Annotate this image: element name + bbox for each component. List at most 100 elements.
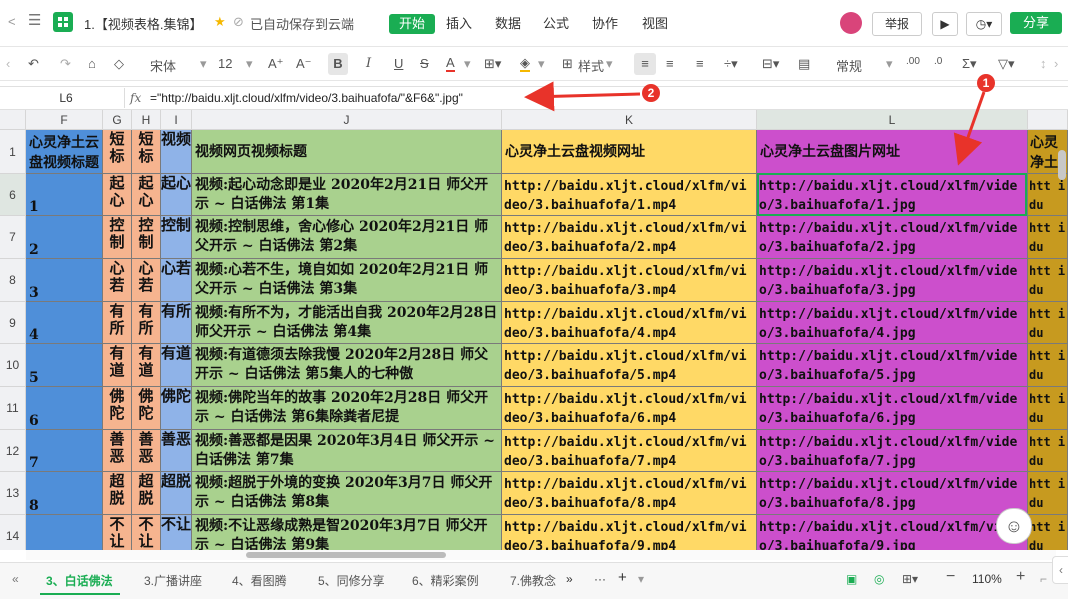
cell-g[interactable]: 超脱: [103, 472, 132, 515]
cell-j[interactable]: 视频:心若不生，境自如如 2020年2月21日 师父开示 ~ 白话佛法 第3集: [192, 259, 502, 302]
cell-j[interactable]: 视频:不让恶缘成熟是智2020年3月7日 师父开示 ~ 白话佛法 第9集: [192, 515, 502, 550]
share-button[interactable]: 分享: [1010, 12, 1062, 34]
cell-f[interactable]: 3: [26, 259, 103, 302]
header-cell-g[interactable]: 短标: [103, 130, 132, 174]
header-cell-j[interactable]: 视频网页视频标题: [192, 130, 502, 174]
cell-f[interactable]: 2: [26, 216, 103, 259]
column-header-m[interactable]: [1028, 110, 1068, 130]
cell-g[interactable]: 有所: [103, 302, 132, 344]
zoom-out-icon[interactable]: −: [946, 568, 955, 586]
cell-i[interactable]: 起心: [161, 174, 192, 216]
sheet-tab-1[interactable]: 3、白话佛法: [46, 572, 113, 589]
border-icon[interactable]: ⊞▾: [484, 56, 501, 72]
bold-icon[interactable]: B: [328, 53, 348, 75]
cell-k[interactable]: http://baidu.xljt.cloud/xlfm/video/3.bai…: [502, 472, 757, 515]
cell-h[interactable]: 心若: [132, 259, 161, 302]
cell-m[interactable]: htt idu: [1028, 302, 1068, 344]
column-header-i[interactable]: I: [161, 110, 192, 130]
cell-k[interactable]: http://baidu.xljt.cloud/xlfm/video/3.bai…: [502, 515, 757, 550]
fill-color-icon[interactable]: ◈: [520, 56, 530, 72]
vertical-align-icon[interactable]: ÷▾: [724, 56, 738, 72]
increase-decimal-icon[interactable]: .00: [906, 56, 920, 67]
menu-start[interactable]: 开始: [389, 14, 436, 34]
header-cell-h[interactable]: 短标: [132, 130, 161, 174]
redo-icon[interactable]: ↷: [60, 56, 71, 72]
cell-i[interactable]: 有所: [161, 302, 192, 344]
cell-g[interactable]: 善恶: [103, 430, 132, 472]
menu-view[interactable]: 视图: [636, 14, 674, 34]
protect-icon[interactable]: ▣: [846, 572, 857, 586]
menu-formula[interactable]: 公式: [537, 14, 575, 34]
cell-g[interactable]: 控制: [103, 216, 132, 259]
sheet-tab-2[interactable]: 3.广播讲座: [144, 572, 202, 589]
scroll-left-icon[interactable]: ‹: [6, 56, 10, 71]
eye-care-icon[interactable]: ◎: [874, 572, 884, 586]
cell-i[interactable]: 控制: [161, 216, 192, 259]
fullscreen-icon[interactable]: ⌐: [1040, 572, 1047, 586]
cell-k[interactable]: http://baidu.xljt.cloud/xlfm/video/3.bai…: [502, 216, 757, 259]
font-color-chevron-icon[interactable]: ▾: [464, 56, 471, 72]
decrease-font-icon[interactable]: A⁻: [296, 56, 312, 72]
header-cell-k[interactable]: 心灵净土云盘视频网址: [502, 130, 757, 174]
column-header-f[interactable]: F: [26, 110, 103, 130]
merge-cells-icon[interactable]: ⊟▾: [762, 56, 779, 72]
cell-i[interactable]: 佛陀: [161, 387, 192, 430]
cell-f[interactable]: 6: [26, 387, 103, 430]
cell-i[interactable]: 超脱: [161, 472, 192, 515]
cell-g[interactable]: 有道: [103, 344, 132, 387]
cell-f[interactable]: 5: [26, 344, 103, 387]
row-header[interactable]: 13: [0, 472, 26, 515]
column-header-k[interactable]: K: [502, 110, 757, 130]
cell-m[interactable]: htt idu: [1028, 430, 1068, 472]
cell-k[interactable]: http://baidu.xljt.cloud/xlfm/video/3.bai…: [502, 430, 757, 472]
cell-f[interactable]: 7: [26, 430, 103, 472]
cell-m[interactable]: htt idu: [1028, 472, 1068, 515]
cell-k[interactable]: http://baidu.xljt.cloud/xlfm/video/3.bai…: [502, 387, 757, 430]
scroll-right-icon[interactable]: ›: [1054, 56, 1058, 71]
cell-reference-box[interactable]: L6: [8, 88, 125, 108]
row-header[interactable]: 7: [0, 216, 26, 259]
row-header[interactable]: 8: [0, 259, 26, 302]
sheet-menu-chevron-icon[interactable]: ▾: [638, 572, 644, 586]
view-mode-icon[interactable]: ⊞▾: [902, 572, 918, 586]
cell-i[interactable]: 不让: [161, 515, 192, 550]
cell-j[interactable]: 视频:有道德须去除我慢 2020年2月28日 师父开示 ~ 白话佛法 第5集人的…: [192, 344, 502, 387]
menu-collab[interactable]: 协作: [586, 14, 624, 34]
font-size-chevron-icon[interactable]: ▾: [246, 56, 253, 72]
horizontal-scrollbar[interactable]: [26, 550, 1056, 560]
wrap-text-icon[interactable]: ▤: [798, 56, 810, 72]
cell-j[interactable]: 视频:有所不为，才能活出自我 2020年2月28日 师父开示 ~ 白话佛法 第4…: [192, 302, 502, 344]
cell-m[interactable]: htt idu: [1028, 387, 1068, 430]
cell-i[interactable]: 有道: [161, 344, 192, 387]
row-header[interactable]: 14: [0, 515, 26, 550]
fill-color-chevron-icon[interactable]: ▾: [538, 56, 545, 72]
align-right-icon[interactable]: ≡: [696, 56, 704, 71]
font-size-select[interactable]: 12: [218, 56, 232, 71]
sheet-tab-4[interactable]: 5、同修分享: [318, 572, 385, 589]
menu-data[interactable]: 数据: [489, 14, 527, 34]
column-header-j[interactable]: J: [192, 110, 502, 130]
cell-i[interactable]: 心若: [161, 259, 192, 302]
decrease-decimal-icon[interactable]: .0: [934, 56, 942, 67]
cell-h[interactable]: 善恶: [132, 430, 161, 472]
align-center-icon[interactable]: ≡: [666, 56, 674, 71]
column-header-l[interactable]: L: [757, 110, 1028, 130]
increase-font-icon[interactable]: A⁺: [268, 56, 284, 72]
document-title[interactable]: 1.【视频表格.集锦】: [84, 14, 202, 33]
cell-l[interactable]: http://baidu.xljt.cloud/xlfm/video/3.bai…: [757, 259, 1028, 302]
cell-h[interactable]: 起心: [132, 174, 161, 216]
cell-l[interactable]: http://baidu.xljt.cloud/xlfm/video/3.bai…: [757, 174, 1028, 216]
cell-f[interactable]: 8: [26, 472, 103, 515]
cell-i[interactable]: 善恶: [161, 430, 192, 472]
cell-l[interactable]: http://baidu.xljt.cloud/xlfm/video/3.bai…: [757, 302, 1028, 344]
font-name-select[interactable]: 宋体: [150, 56, 176, 75]
add-sheet-icon[interactable]: +: [618, 569, 627, 586]
row-header[interactable]: 9: [0, 302, 26, 344]
table-style-icon[interactable]: ⊞: [562, 56, 573, 72]
side-panel-toggle-icon[interactable]: ‹: [1052, 556, 1068, 584]
cell-m[interactable]: htt idu: [1028, 259, 1068, 302]
row-header[interactable]: 12: [0, 430, 26, 472]
first-sheet-icon[interactable]: «: [12, 572, 19, 586]
cell-k[interactable]: http://baidu.xljt.cloud/xlfm/video/3.bai…: [502, 344, 757, 387]
cell-j[interactable]: 视频:超脱于外境的变换 2020年3月7日 师父开示 ~ 白话佛法 第8集: [192, 472, 502, 515]
